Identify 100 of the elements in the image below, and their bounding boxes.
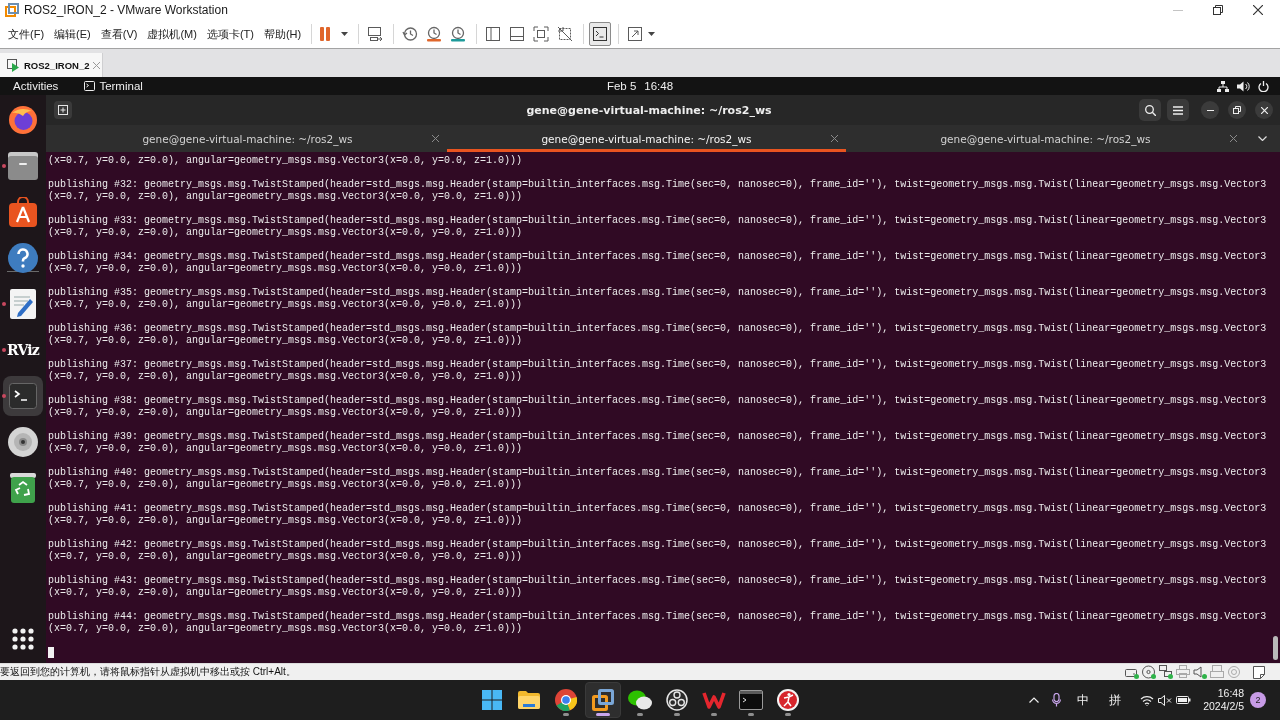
minimize-icon [1206,109,1214,111]
terminal-line: (x=0.7, y=0.0, z=0.0), angular=geometry_msgs.msg.Vector3(x=0.0, y=0.0, z=1.0))) [48,623,523,635]
menu-button[interactable] [1167,99,1189,121]
terminal-line: (x=0.7, y=0.0, z=0.0), angular=geometry_msgs.msg.Vector3(x=0.0, y=0.0, z=1.0))) [48,263,523,275]
menu-item[interactable]: 帮助(H) [258,23,307,45]
terminal-line: publishing #44: geometry_msgs.msg.TwistStamped(header=std_msgs.msg.Header(stamp=builtin_interfaces.msg.Time(sec=0, nanosec=0), frame_id=''), twist=geometry_msgs.msg.Twist(linear=geometry_msgs.msg.Vector3 [48,611,1267,623]
search-icon [1144,104,1156,116]
terminal-button[interactable] [3,376,43,416]
restore-icon [1213,5,1223,15]
terminal-tab[interactable]: gene@gene-virtual-machine: ~/ros2_ws [48,125,447,152]
clock-icon [402,26,419,42]
maximize-button[interactable] [1228,101,1246,119]
input-method-button[interactable]: 拼 [1100,685,1131,715]
microphone-icon [1051,693,1061,707]
terminal-line: publishing #36: geometry_msgs.msg.TwistStamped(header=std_msgs.msg.Header(stamp=builtin_interfaces.msg.Time(sec=0, nanosec=0), frame_id=''), twist=geometry_msgs.msg.Twist(linear=geometry_msgs.msg.Vector3 [48,323,1267,335]
four-squares-icon [482,690,502,710]
window-title: ROS2_IRON_2 - VMware Workstation [24,3,228,17]
text-cursor-icon [48,647,54,658]
wifi-icon [1139,694,1154,706]
speaker-icon[interactable] [1193,665,1207,679]
new-tab-button[interactable] [54,101,72,119]
terminal-tab[interactable]: gene@gene-virtual-machine: ~/ros2_ws [846,125,1245,152]
minimize-button[interactable] [1201,101,1219,119]
terminal-line: publishing #39: geometry_msgs.msg.TwistStamped(header=std_msgs.msg.Header(stamp=builtin_interfaces.msg.Time(sec=0, nanosec=0), frame_id=''), twist=geometry_msgs.msg.Twist(linear=geometry_msgs.msg.Vector3 [48,431,1267,443]
vm-play-icon [7,58,20,72]
browser-icon [8,105,38,135]
browser-icon [555,689,577,711]
vm-tab[interactable]: ROS2_IRON_2 [0,53,103,77]
notepad-icon [10,289,36,319]
crossed-square-icon [557,26,574,42]
terminal-line: (x=0.7, y=0.0, z=0.0), angular=geometry_msgs.msg.Vector3(x=0.0, y=0.0, z=1.0))) [48,299,523,311]
note-icon [1253,665,1265,679]
terminal-line: (x=0.7, y=0.0, z=0.0), angular=geometry_msgs.msg.Vector3(x=0.0, y=0.0, z=1.0))) [48,335,523,347]
menu-item[interactable]: 选项卡(T) [201,23,259,45]
notification-badge[interactable]: 2 [1250,692,1266,708]
terminal-line: (x=0.7, y=0.0, z=0.0), angular=geometry_msgs.msg.Vector3(x=0.0, y=0.0, z=1.0))) [48,155,523,167]
minimize-icon [1173,9,1183,11]
close-icon [1260,106,1268,114]
clock-icon [450,26,467,42]
search-button[interactable] [1139,99,1161,121]
battery-plug-icon [1175,695,1191,705]
terminal-icon [84,81,96,91]
restore-icon [1233,106,1241,114]
bottom-panel-icon [509,26,526,42]
terminal-line: publishing #42: geometry_msgs.msg.TwistStamped(header=std_msgs.msg.Header(stamp=builtin_interfaces.msg.Time(sec=0, nanosec=0), frame_id=''), twist=geometry_msgs.msg.Twist(linear=geometry_msgs.msg.Vector3 [48,539,1267,551]
terminal-line: (x=0.7, y=0.0, z=0.0), angular=geometry_msgs.msg.Vector3(x=0.0, y=0.0, z=1.0))) [48,551,523,563]
disc-icon[interactable] [1142,665,1156,679]
clock-button[interactable]: Feb 5 16:48 [600,77,680,95]
scrollbar-thumb[interactable] [1273,636,1278,660]
input-mode-button[interactable]: 中 [1068,685,1099,715]
volume-icon [1237,80,1250,92]
terminal-line: (x=0.7, y=0.0, z=0.0), angular=geometry_msgs.msg.Vector3(x=0.0, y=0.0, z=1.0))) [48,479,523,491]
terminal-line: (x=0.7, y=0.0, z=0.0), angular=geometry_msgs.msg.Vector3(x=0.0, y=0.0, z=1.0))) [48,191,523,203]
menu-item[interactable]: 文件(F) [3,23,50,45]
zigzag-logo-icon [702,691,726,709]
network-icon[interactable] [1159,665,1173,679]
console-icon [592,26,609,42]
chevron-down-icon [1258,136,1267,141]
terminal-line: (x=0.7, y=0.0, z=0.0), angular=geometry_msgs.msg.Vector3(x=0.0, y=0.0, z=1.0))) [48,371,523,383]
terminal-line: publishing #40: geometry_msgs.msg.TwistStamped(header=std_msgs.msg.Header(stamp=builtin_interfaces.msg.Time(sec=0, nanosec=0), frame_id=''), twist=geometry_msgs.msg.Twist(linear=geometry_msgs.msg.Vector3 [48,467,1267,479]
terminal-line: (x=0.7, y=0.0, z=0.0), angular=geometry_msgs.msg.Vector3(x=0.0, y=0.0, z=1.0))) [48,227,523,239]
computer-icon [367,26,384,42]
menu-icon [1173,105,1183,115]
chat-bubbles-icon [628,690,652,710]
terminal-line: publishing #34: geometry_msgs.msg.TwistStamped(header=std_msgs.msg.Header(stamp=builtin_interfaces.msg.Time(sec=0, nanosec=0), frame_id=''), twist=geometry_msgs.msg.Twist(linear=geometry_msgs.msg.Vector3 [48,251,1267,263]
pause-icon [320,27,331,41]
app-menu-button[interactable]: Terminal [78,77,149,95]
terminal-line: (x=0.7, y=0.0, z=0.0), angular=geometry_msgs.msg.Vector3(x=0.0, y=0.0, z=1.0))) [48,587,523,599]
aperture-icon [666,689,688,711]
terminal-line: publishing #35: geometry_msgs.msg.TwistStamped(header=std_msgs.msg.Header(stamp=builtin_interfaces.msg.Time(sec=0, nanosec=0), frame_id=''), twist=geometry_msgs.msg.Twist(linear=geometry_msgs.msg.Vector3 [48,287,1267,299]
chevron-up-icon [1029,697,1040,703]
menu-item[interactable]: 编辑(E) [49,23,96,45]
terminal-line: (x=0.7, y=0.0, z=0.0), angular=geometry_msgs.msg.Vector3(x=0.0, y=0.0, z=1.0))) [48,443,523,455]
close-icon [1253,5,1263,15]
close-icon [93,61,101,69]
terminal-line: publishing #41: geometry_msgs.msg.TwistStamped(header=std_msgs.msg.Header(stamp=builtin_interfaces.msg.Time(sec=0, nanosec=0), frame_id=''), twist=geometry_msgs.msg.Twist(linear=geometry_msgs.msg.Vector3 [48,503,1267,515]
terminal-window-icon [739,690,763,710]
close-icon [830,135,838,142]
menu-item[interactable]: 虚拟机(M) [142,23,202,45]
help-icon [8,243,38,273]
status-message: 要返回到您的计算机，请将鼠标指针从虚拟机中移出或按 Ctrl+Alt。 [0,665,296,679]
fullscreen-icon [533,26,550,42]
power-icon [1258,80,1269,92]
terminal-line: publishing #37: geometry_msgs.msg.TwistStamped(header=std_msgs.msg.Header(stamp=builtin_interfaces.msg.Time(sec=0, nanosec=0), frame_id=''), twist=geometry_msgs.msg.Twist(linear=geometry_msgs.msg.Vector3 [48,359,1267,371]
logo-button[interactable]: RViz [3,330,43,370]
menu-item[interactable]: 查看(V) [95,23,143,45]
app-logo-icon [5,3,19,17]
vm-app-button[interactable] [585,682,621,718]
activities-button[interactable]: Activities [7,77,65,95]
close-button[interactable] [1255,101,1273,119]
speaker-muted-icon [1157,694,1172,706]
folder-icon [8,152,38,180]
recycle-bin-icon [10,473,36,503]
terminal-line: publishing #38: geometry_msgs.msg.TwistStamped(header=std_msgs.msg.Header(stamp=builtin_interfaces.msg.Time(sec=0, nanosec=0), frame_id=''), twist=geometry_msgs.msg.Twist(linear=geometry_msgs.msg.Vector3 [48,395,1267,407]
terminal-icon [9,383,37,409]
terminal-line: (x=0.7, y=0.0, z=0.0), angular=geometry_msgs.msg.Vector3(x=0.0, y=0.0, z=1.0))) [48,407,523,419]
console-view-button[interactable] [589,22,612,46]
clock-button[interactable]: 16:48 2024/2/5 [1201,687,1246,713]
terminal-line: publishing #43: geometry_msgs.msg.TwistStamped(header=std_msgs.msg.Header(stamp=builtin_interfaces.msg.Time(sec=0, nanosec=0), frame_id=''), twist=geometry_msgs.msg.Twist(linear=geometry_msgs.msg.Vector3 [48,575,1267,587]
new-tab-icon [58,105,68,115]
